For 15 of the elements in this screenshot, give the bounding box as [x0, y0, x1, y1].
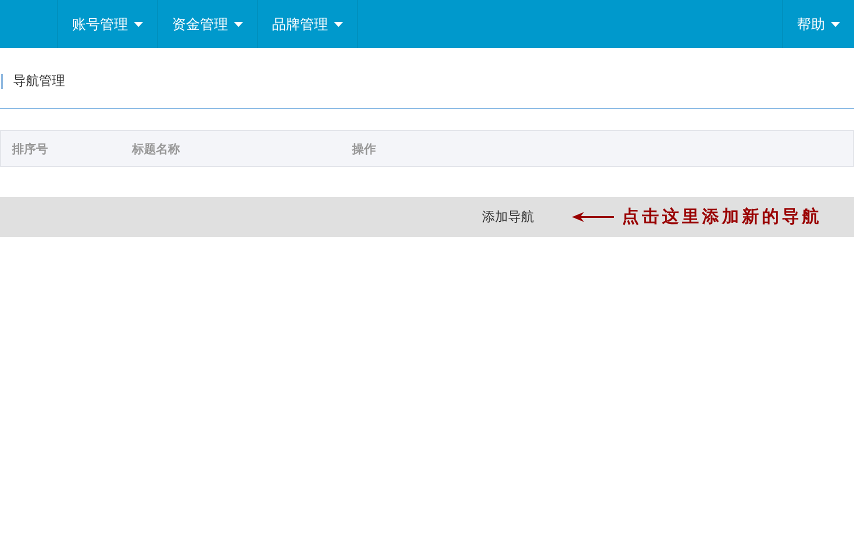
nav-menu[interactable]: 品牌管理: [258, 0, 358, 48]
nav-menu[interactable]: 帮助: [782, 0, 854, 48]
caret-icon: [234, 22, 243, 26]
arrow-icon: [572, 212, 614, 222]
nav-menu[interactable]: 账号管理: [58, 0, 158, 48]
add-navigation-button[interactable]: 添加导航: [482, 207, 534, 227]
caret-icon: [134, 22, 143, 26]
annotation-text: 点击这里添加新的导航: [622, 206, 822, 228]
page-title: 导航管理: [13, 72, 65, 90]
column-header: 标题名称: [132, 140, 181, 158]
caret-icon: [831, 22, 840, 26]
column-header: 排序号: [12, 140, 49, 158]
column-header: 操作: [352, 140, 376, 158]
caret-icon: [334, 22, 343, 26]
nav-menu[interactable]: 资金管理: [158, 0, 258, 48]
